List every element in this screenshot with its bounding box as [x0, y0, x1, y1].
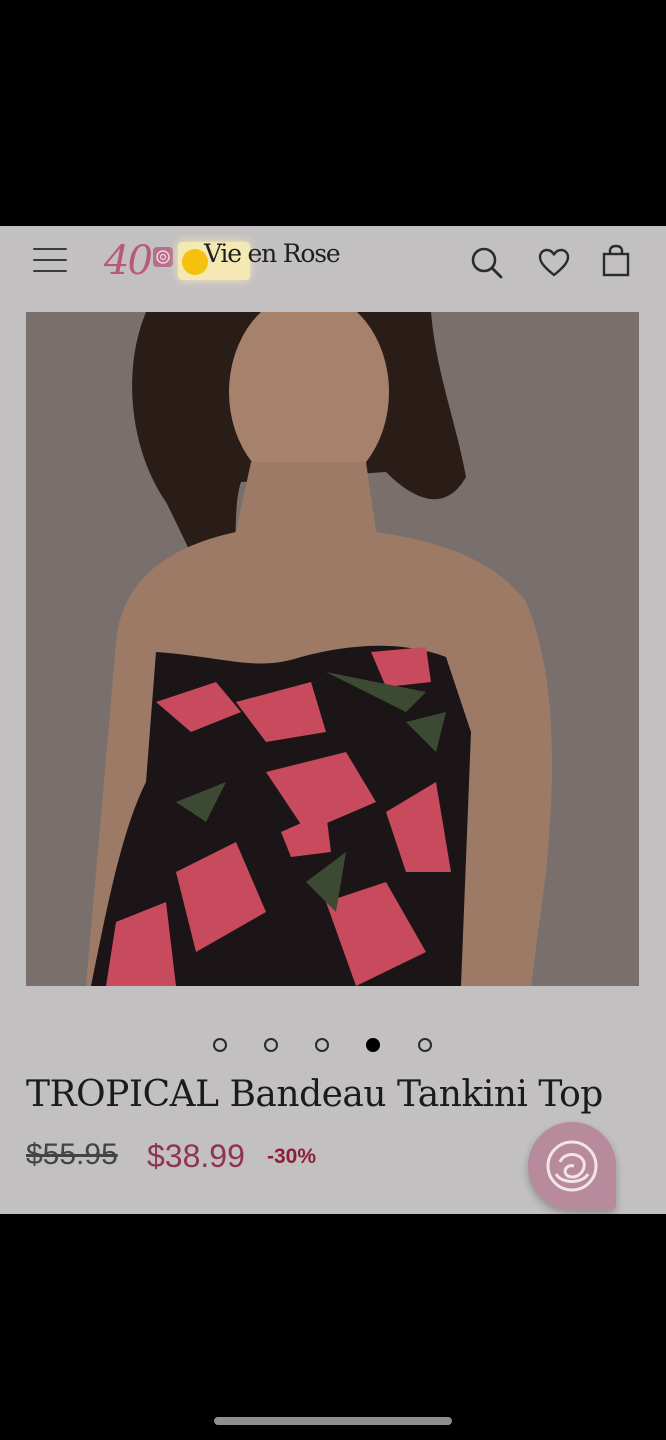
logo-anniversary-badge: 40 — [104, 238, 153, 284]
carousel-dot-2[interactable] — [264, 1038, 278, 1052]
search-icon[interactable] — [470, 246, 504, 280]
original-price: $55.95 — [26, 1138, 118, 1171]
carousel-dot-1[interactable] — [213, 1038, 227, 1052]
logo-rose-icon — [153, 247, 173, 267]
carousel-dot-3[interactable] — [315, 1038, 329, 1052]
hamburger-menu-icon[interactable] — [33, 248, 69, 276]
product-image[interactable] — [26, 312, 639, 986]
product-title: TROPICAL Bandeau Tankini Top — [26, 1074, 603, 1115]
carousel-dot-5[interactable] — [418, 1038, 432, 1052]
brand-logo[interactable]: 40 Vie en Rose — [104, 234, 344, 286]
logo-wordmark: Vie en Rose — [204, 239, 341, 268]
sale-price: $38.99 — [147, 1138, 245, 1174]
app-screen: 40 Vie en Rose TROPICAL Bandeau Tankini … — [0, 226, 666, 1214]
product-photo — [26, 312, 639, 986]
home-indicator[interactable] — [214, 1417, 452, 1425]
shopping-bag-icon[interactable] — [601, 244, 631, 278]
carousel-dot-4-active[interactable] — [366, 1038, 380, 1052]
rose-chat-button[interactable] — [528, 1122, 616, 1210]
rose-chat-icon — [546, 1140, 598, 1192]
discount-badge: -30% — [267, 1145, 317, 1168]
header: 40 Vie en Rose — [0, 226, 666, 311]
image-carousel-dots — [0, 1037, 666, 1057]
heart-icon[interactable] — [538, 248, 570, 278]
